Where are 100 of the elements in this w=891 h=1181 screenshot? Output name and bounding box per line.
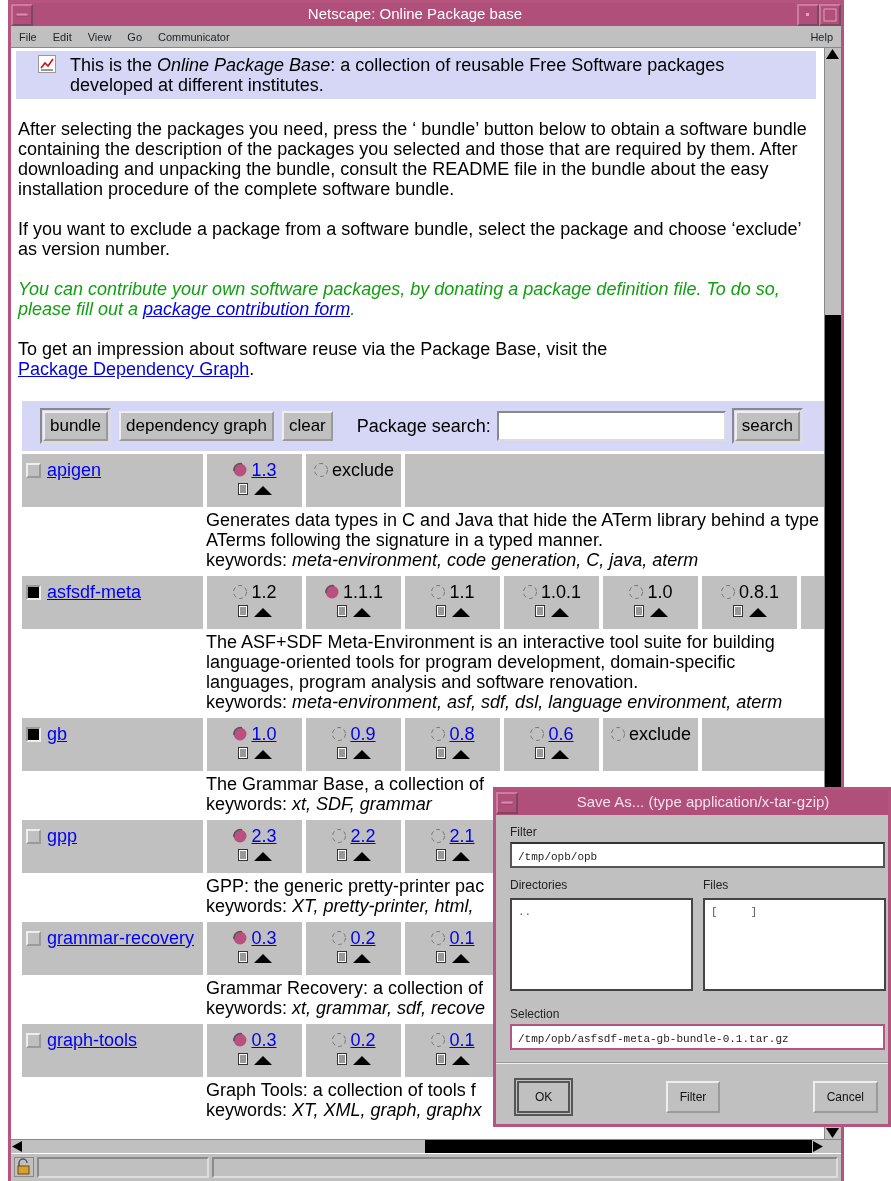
version-link[interactable]: 0.1 xyxy=(449,1030,475,1050)
toolbar-button[interactable]: dependency graph xyxy=(119,411,274,441)
selection-field[interactable]: /tmp/opb/asfsdf-meta-gb-bundle-0.1.tar.gz xyxy=(510,1024,885,1050)
triangle-icon[interactable] xyxy=(253,852,272,861)
dialog-button[interactable]: Cancel xyxy=(812,1081,878,1113)
document-icon[interactable] xyxy=(336,1053,347,1065)
package-link[interactable]: gb xyxy=(47,724,68,744)
search-field[interactable] xyxy=(496,411,726,441)
triangle-icon[interactable] xyxy=(253,954,272,963)
version-link[interactable]: 0.3 xyxy=(251,1030,277,1050)
version-link[interactable]: 0.2 xyxy=(350,928,376,948)
document-icon[interactable] xyxy=(237,1053,248,1065)
scroll-up-icon[interactable] xyxy=(825,48,840,60)
document-icon[interactable] xyxy=(633,605,644,617)
document-icon[interactable] xyxy=(237,747,248,759)
radio-button[interactable] xyxy=(331,726,348,742)
document-icon[interactable] xyxy=(237,483,248,495)
triangle-icon[interactable] xyxy=(352,1056,371,1065)
directory-list[interactable]: .. xyxy=(510,898,693,991)
version-link[interactable]: 1.0 xyxy=(251,724,277,744)
document-icon[interactable] xyxy=(237,951,248,963)
document-icon[interactable] xyxy=(336,747,347,759)
radio-button[interactable] xyxy=(232,584,249,600)
triangle-icon[interactable] xyxy=(451,852,470,861)
package-link[interactable]: gpp xyxy=(47,826,78,846)
checkbox[interactable] xyxy=(26,727,41,742)
triangle-icon[interactable] xyxy=(451,608,470,617)
document-icon[interactable] xyxy=(435,747,446,759)
radio-button[interactable] xyxy=(331,930,348,946)
radio-button[interactable] xyxy=(609,726,626,742)
document-icon[interactable] xyxy=(732,605,743,617)
document-icon[interactable] xyxy=(237,849,248,861)
radio-button[interactable] xyxy=(312,462,329,478)
radio-button[interactable] xyxy=(232,828,249,844)
triangle-icon[interactable] xyxy=(451,954,470,963)
radio-button[interactable] xyxy=(232,1032,249,1048)
triangle-icon[interactable] xyxy=(253,1056,272,1065)
checkbox[interactable] xyxy=(26,931,41,946)
document-icon[interactable] xyxy=(237,605,248,617)
radio-button[interactable] xyxy=(331,1032,348,1048)
triangle-icon[interactable] xyxy=(253,608,272,617)
radio-button[interactable] xyxy=(521,584,538,600)
file-list[interactable]: [ ] xyxy=(703,898,886,991)
version-link[interactable]: 2.1 xyxy=(449,826,475,846)
radio-button[interactable] xyxy=(331,828,348,844)
dialog-button[interactable]: Filter xyxy=(665,1081,721,1113)
version-link[interactable]: 0.1 xyxy=(449,928,475,948)
package-link[interactable]: apigen xyxy=(47,460,102,480)
document-icon[interactable] xyxy=(435,605,446,617)
triangle-icon[interactable] xyxy=(451,750,470,759)
radio-button[interactable] xyxy=(529,726,546,742)
document-icon[interactable] xyxy=(336,951,347,963)
version-link[interactable]: 0.6 xyxy=(548,724,574,744)
version-link[interactable]: 2.3 xyxy=(251,826,277,846)
menu-item[interactable]: View xyxy=(87,29,112,46)
checkbox[interactable] xyxy=(26,1033,41,1048)
radio-button[interactable] xyxy=(628,584,645,600)
list-item[interactable]: [ ] xyxy=(711,904,878,921)
radio-button[interactable] xyxy=(430,828,447,844)
triangle-icon[interactable] xyxy=(253,486,272,495)
package-link[interactable]: grammar-recovery xyxy=(47,928,195,948)
version-link[interactable]: 0.3 xyxy=(251,928,277,948)
horizontal-scrollbar[interactable] xyxy=(11,1140,824,1153)
menu-item[interactable]: Help xyxy=(810,29,833,46)
search-button[interactable]: search xyxy=(734,411,800,441)
list-item[interactable]: .. xyxy=(518,904,685,921)
triangle-icon[interactable] xyxy=(550,750,569,759)
triangle-icon[interactable] xyxy=(352,608,371,617)
menu-item[interactable]: Edit xyxy=(52,29,72,46)
triangle-icon[interactable] xyxy=(451,1056,470,1065)
link[interactable]: Package Dependency Graph xyxy=(18,359,250,379)
filter-field[interactable]: /tmp/opb/opb xyxy=(510,842,885,868)
package-link[interactable]: graph-tools xyxy=(47,1030,138,1050)
version-link[interactable]: 2.2 xyxy=(350,826,376,846)
version-link[interactable]: 0.9 xyxy=(350,724,376,744)
radio-button[interactable] xyxy=(430,1032,447,1048)
checkbox[interactable] xyxy=(26,463,41,478)
dialog-button[interactable]: OK xyxy=(514,1078,574,1116)
triangle-icon[interactable] xyxy=(550,608,569,617)
checkbox[interactable] xyxy=(26,585,41,600)
menu-item[interactable]: File xyxy=(19,29,37,46)
radio-button[interactable] xyxy=(232,930,249,946)
triangle-icon[interactable] xyxy=(352,750,371,759)
menu-item[interactable]: Go xyxy=(127,29,143,46)
triangle-icon[interactable] xyxy=(352,852,371,861)
triangle-icon[interactable] xyxy=(253,750,272,759)
package-link[interactable]: asfsdf-meta xyxy=(47,582,142,602)
radio-button[interactable] xyxy=(430,584,447,600)
radio-button[interactable] xyxy=(719,584,736,600)
radio-button[interactable] xyxy=(323,584,340,600)
scroll-left-icon[interactable] xyxy=(11,1140,23,1153)
document-icon[interactable] xyxy=(435,849,446,861)
triangle-icon[interactable] xyxy=(352,954,371,963)
menu-item[interactable]: Communicator xyxy=(158,29,230,46)
radio-button[interactable] xyxy=(430,930,447,946)
document-icon[interactable] xyxy=(435,951,446,963)
version-link[interactable]: 0.2 xyxy=(350,1030,376,1050)
document-icon[interactable] xyxy=(336,605,347,617)
radio-button[interactable] xyxy=(430,726,447,742)
link[interactable]: package contribution form xyxy=(143,299,351,319)
